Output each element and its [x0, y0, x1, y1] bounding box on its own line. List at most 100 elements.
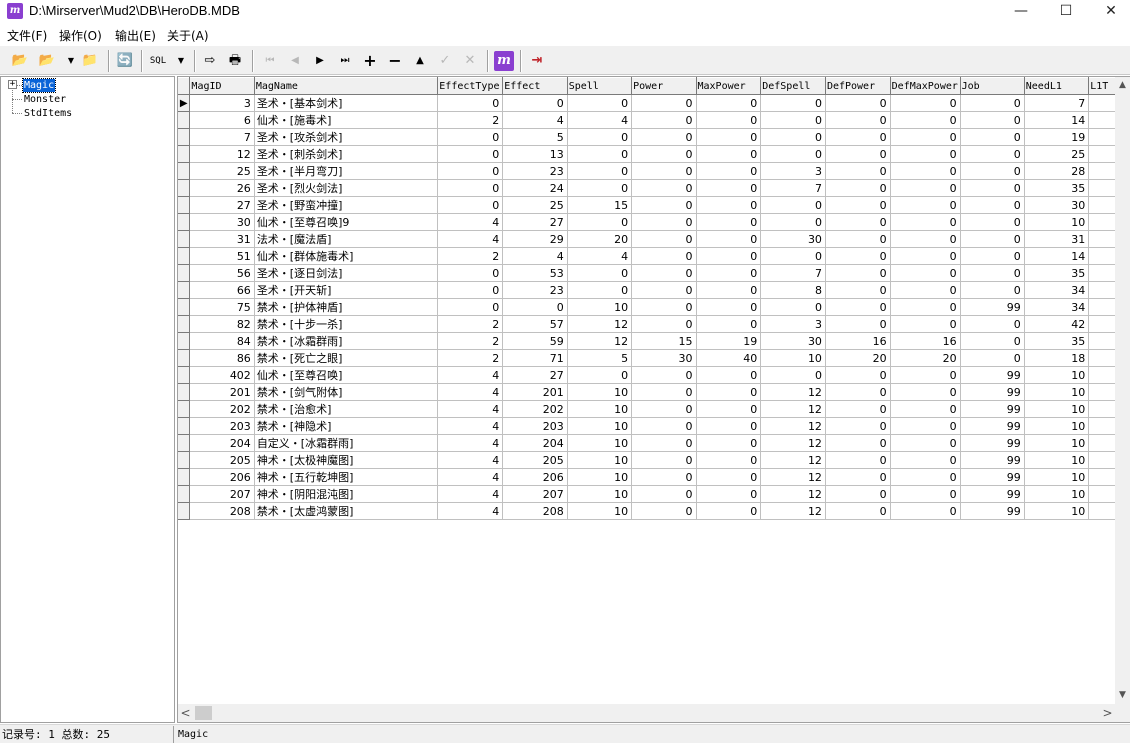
cell-defmaxpower[interactable]: 0 [890, 145, 961, 163]
cell-defspell[interactable]: 30 [760, 332, 826, 350]
cell-magname[interactable]: 禁术・[神隐术] [254, 417, 439, 435]
cell-magid[interactable]: 66 [189, 281, 255, 299]
cell-effecttype[interactable]: 4 [437, 451, 504, 469]
cell-needl1[interactable]: 14 [1024, 247, 1090, 265]
cell-defspell[interactable]: 12 [760, 383, 826, 401]
cell-power[interactable]: 0 [631, 281, 697, 299]
cell-defmaxpower[interactable]: 0 [890, 264, 961, 282]
cell-job[interactable]: 0 [960, 281, 1025, 299]
cell-maxpower[interactable]: 0 [696, 162, 762, 180]
cell-defpower[interactable]: 0 [825, 196, 891, 214]
cell-magid[interactable]: 207 [189, 485, 255, 503]
cell-effect[interactable]: 27 [502, 366, 568, 384]
cell-defmaxpower[interactable]: 0 [890, 247, 961, 265]
cell-spell[interactable]: 0 [567, 162, 633, 180]
cell-power[interactable]: 0 [631, 298, 697, 316]
cell-magname[interactable]: 禁术・[十步一杀] [254, 315, 439, 333]
row-selector[interactable] [178, 349, 191, 367]
cell-defspell[interactable]: 0 [760, 111, 826, 129]
cell-effecttype[interactable]: 2 [437, 247, 504, 265]
cell-defspell[interactable]: 3 [760, 162, 826, 180]
app-logo-icon[interactable]: m [494, 51, 514, 71]
cell-power[interactable]: 0 [631, 451, 697, 469]
cell-defmaxpower[interactable]: 0 [890, 128, 961, 146]
row-selector[interactable] [178, 417, 191, 435]
cell-power[interactable]: 0 [631, 111, 697, 129]
open-file-icon[interactable]: 📂 [37, 51, 57, 71]
cell-job[interactable]: 99 [960, 366, 1025, 384]
cell-job[interactable]: 99 [960, 400, 1025, 418]
cell-spell[interactable]: 0 [567, 128, 633, 146]
cell-effect[interactable]: 4 [502, 111, 568, 129]
row-selector[interactable] [178, 230, 191, 248]
column-header-job[interactable]: Job [960, 77, 1025, 95]
cell-maxpower[interactable]: 0 [696, 230, 762, 248]
table-row[interactable]: 27 圣术・[野蛮冲撞] 0 25 15 0 0 0 0 0 0 30 [178, 196, 1129, 214]
cell-magname[interactable]: 禁术・[治愈术] [254, 400, 439, 418]
cell-needl1[interactable]: 35 [1024, 179, 1090, 197]
table-row[interactable]: 75 禁术・[护体神盾] 0 0 10 0 0 0 0 0 99 34 [178, 298, 1129, 316]
row-selector[interactable] [178, 145, 191, 163]
column-header-effect[interactable]: Effect [502, 77, 568, 95]
cell-maxpower[interactable]: 0 [696, 111, 762, 129]
sql-icon[interactable]: SQL [148, 51, 168, 71]
cell-effecttype[interactable]: 4 [437, 417, 504, 435]
cell-defspell[interactable]: 10 [760, 349, 826, 367]
cell-spell[interactable]: 10 [567, 383, 633, 401]
cell-spell[interactable]: 10 [567, 502, 633, 520]
cell-magid[interactable]: 201 [189, 383, 255, 401]
cell-effect[interactable]: 23 [502, 162, 568, 180]
row-selector[interactable] [178, 485, 191, 503]
cell-magid[interactable]: 6 [189, 111, 255, 129]
cell-job[interactable]: 0 [960, 111, 1025, 129]
cell-defmaxpower[interactable]: 0 [890, 298, 961, 316]
cell-magid[interactable]: 82 [189, 315, 255, 333]
cell-effect[interactable]: 59 [502, 332, 568, 350]
cell-defspell[interactable]: 0 [760, 213, 826, 231]
column-header-spell[interactable]: Spell [567, 77, 633, 95]
cell-power[interactable]: 0 [631, 434, 697, 452]
cell-defpower[interactable]: 0 [825, 417, 891, 435]
sql-dropdown-icon[interactable]: ▼ [171, 51, 191, 71]
cell-defspell[interactable]: 12 [760, 502, 826, 520]
cell-effect[interactable]: 4 [502, 247, 568, 265]
column-header-maxpower[interactable]: MaxPower [696, 77, 762, 95]
table-row[interactable]: 202 禁术・[治愈术] 4 202 10 0 0 12 0 0 99 10 [178, 400, 1129, 418]
cell-defpower[interactable]: 0 [825, 485, 891, 503]
column-header-magname[interactable]: MagName [254, 77, 439, 95]
cell-effecttype[interactable]: 4 [437, 213, 504, 231]
cell-maxpower[interactable]: 0 [696, 247, 762, 265]
cell-magname[interactable]: 法术・[魔法盾] [254, 230, 439, 248]
cell-needl1[interactable]: 35 [1024, 264, 1090, 282]
cell-needl1[interactable]: 42 [1024, 315, 1090, 333]
cell-needl1[interactable]: 10 [1024, 468, 1090, 486]
scroll-thumb[interactable] [195, 706, 212, 720]
scroll-right-icon[interactable]: > [1100, 704, 1115, 722]
cell-magid[interactable]: 75 [189, 298, 255, 316]
cell-defspell[interactable]: 12 [760, 468, 826, 486]
cell-maxpower[interactable]: 0 [696, 128, 762, 146]
cell-effect[interactable]: 201 [502, 383, 568, 401]
cell-magname[interactable]: 圣术・[半月弯刀] [254, 162, 439, 180]
cell-needl1[interactable]: 30 [1024, 196, 1090, 214]
cell-defmaxpower[interactable]: 0 [890, 451, 961, 469]
cell-defpower[interactable]: 0 [825, 451, 891, 469]
cell-effecttype[interactable]: 0 [437, 179, 504, 197]
table-row[interactable]: 31 法术・[魔法盾] 4 29 20 0 0 30 0 0 0 31 [178, 230, 1129, 248]
cell-defmaxpower[interactable]: 0 [890, 400, 961, 418]
table-row[interactable]: 204 自定义・[冰霜群雨] 4 204 10 0 0 12 0 0 99 10 [178, 434, 1129, 452]
cell-power[interactable]: 0 [631, 179, 697, 197]
cell-job[interactable]: 0 [960, 196, 1025, 214]
cell-magname[interactable]: 圣术・[攻杀剑术] [254, 128, 439, 146]
cell-needl1[interactable]: 10 [1024, 451, 1090, 469]
cell-maxpower[interactable]: 0 [696, 145, 762, 163]
first-record-icon[interactable]: ⏮ [260, 51, 280, 71]
cell-job[interactable]: 99 [960, 485, 1025, 503]
cell-job[interactable]: 0 [960, 213, 1025, 231]
cell-spell[interactable]: 0 [567, 281, 633, 299]
cell-effect[interactable]: 203 [502, 417, 568, 435]
cell-needl1[interactable]: 35 [1024, 332, 1090, 350]
cell-effecttype[interactable]: 0 [437, 298, 504, 316]
row-selector[interactable] [178, 162, 191, 180]
last-record-icon[interactable]: ⏭ [335, 51, 355, 71]
